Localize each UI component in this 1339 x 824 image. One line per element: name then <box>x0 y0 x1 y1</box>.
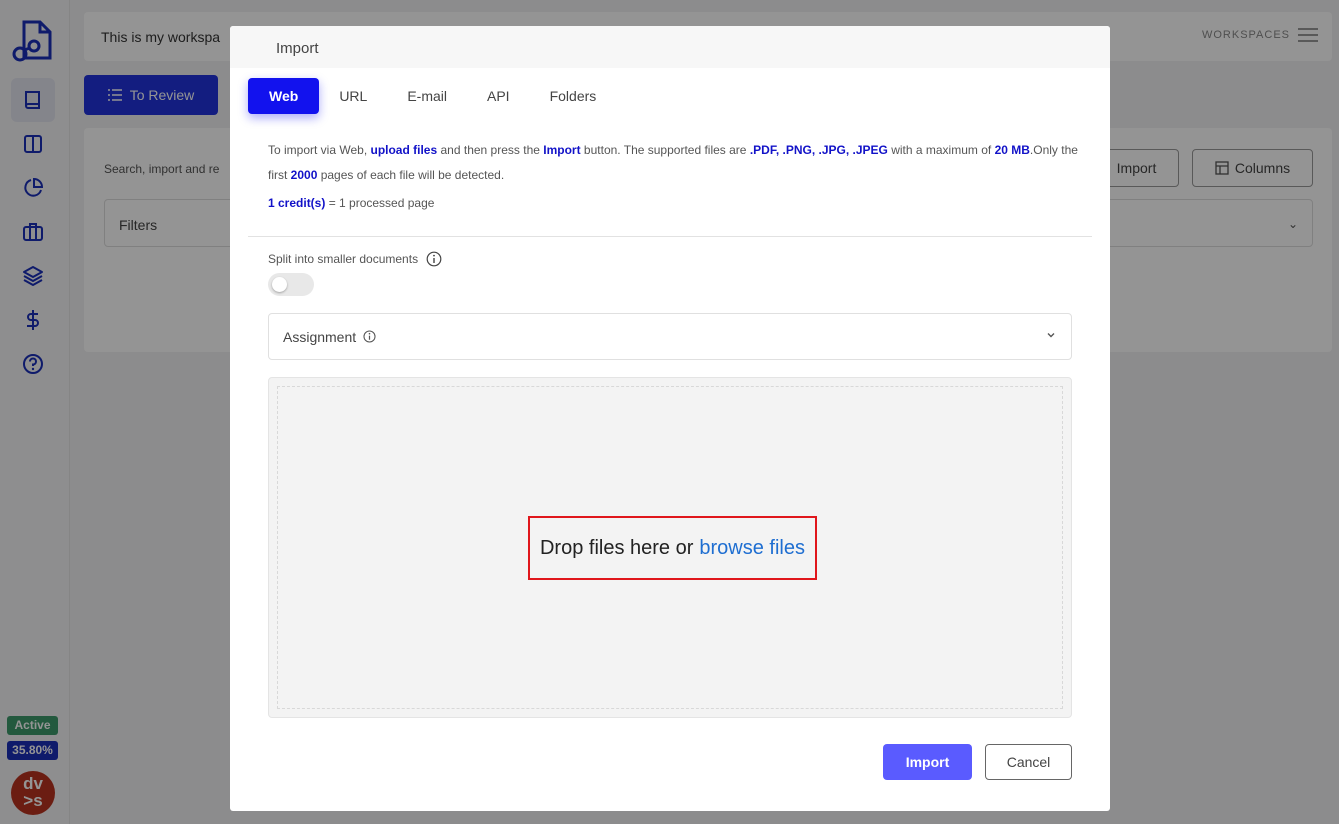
file-dropzone[interactable]: Drop files here or browse files <box>268 377 1072 718</box>
info-text: and then press the <box>437 143 544 157</box>
assignment-label: Assignment <box>283 328 357 345</box>
tab-api[interactable]: API <box>467 78 530 114</box>
info-text: To import via Web, <box>268 143 371 157</box>
max-pages: 2000 <box>290 168 318 182</box>
max-file-size: 20 MB <box>994 143 1030 157</box>
credits-info: 1 credit(s) = 1 processed page <box>268 196 434 210</box>
supported-formats: .PDF, .PNG, .JPG, .JPEG <box>749 143 888 157</box>
info-text: with a maximum of <box>887 143 995 157</box>
assignment-dropdown[interactable]: Assignment <box>268 313 1072 360</box>
import-instructions: To import via Web, upload files and then… <box>268 138 1078 188</box>
import-modal: Import Web URL E-mail API Folders To imp… <box>230 26 1110 811</box>
split-toggle[interactable] <box>268 273 314 296</box>
tab-folders[interactable]: Folders <box>530 78 617 114</box>
info-icon[interactable] <box>426 251 442 267</box>
info-text: pages of each file will be detected. <box>317 168 505 182</box>
info-icon[interactable] <box>363 330 376 343</box>
tab-web[interactable]: Web <box>248 78 320 114</box>
credits-rest: = 1 processed page <box>325 196 435 210</box>
import-button[interactable]: Import <box>883 744 972 780</box>
dropzone-prompt: Drop files here or browse files <box>528 516 817 580</box>
dropzone-text: Drop files here or <box>539 536 694 559</box>
import-keyword: Import <box>543 143 581 157</box>
credits-value: 1 credit(s) <box>268 196 326 210</box>
info-text: button. The supported files are <box>580 143 750 157</box>
browse-files-link[interactable]: browse files <box>699 537 805 560</box>
toggle-knob <box>272 277 287 292</box>
split-setting: Split into smaller documents <box>268 251 442 267</box>
divider <box>248 236 1092 237</box>
split-label: Split into smaller documents <box>268 252 419 266</box>
tab-email[interactable]: E-mail <box>387 78 467 114</box>
modal-title: Import <box>230 26 1110 68</box>
cancel-button[interactable]: Cancel <box>985 744 1072 780</box>
import-tabs: Web URL E-mail API Folders <box>248 78 616 114</box>
chevron-down-icon <box>1047 333 1055 338</box>
tab-url[interactable]: URL <box>319 78 387 114</box>
upload-files-link[interactable]: upload files <box>370 143 437 157</box>
